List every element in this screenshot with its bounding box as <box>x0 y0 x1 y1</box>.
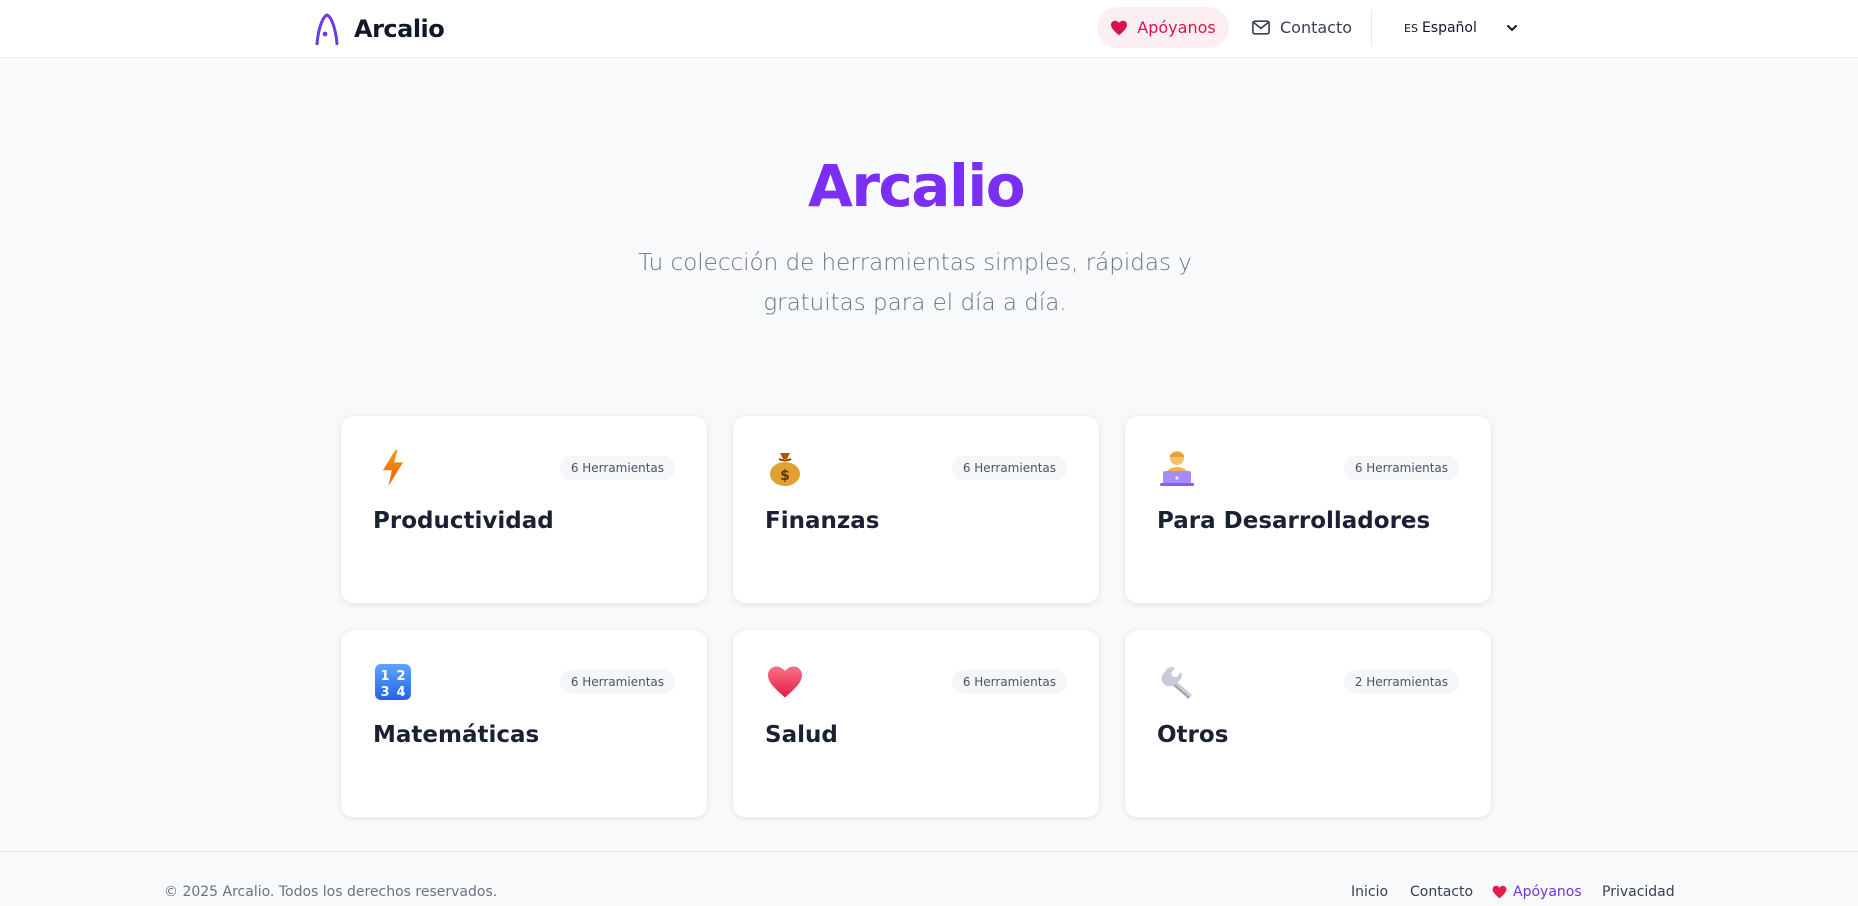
category-card-productividad[interactable]: 6 Herramientas Productividad <box>340 415 708 604</box>
svg-text:2: 2 <box>396 669 405 684</box>
chevron-down-icon <box>1507 24 1517 31</box>
svg-text:1: 1 <box>380 669 389 684</box>
brand-name: Arcalio <box>354 15 445 43</box>
footer-copyright: © 2025 Arcalio. Todos los derechos reser… <box>164 884 498 900</box>
footer-support-label: Apóyanos <box>1513 884 1582 900</box>
support-button[interactable]: Apóyanos <box>1097 7 1229 48</box>
footer-link-support[interactable]: Apóyanos <box>1492 884 1582 900</box>
heart-icon <box>1111 20 1128 35</box>
footer-link-home[interactable]: Inicio <box>1351 884 1388 900</box>
heart-icon <box>765 662 805 702</box>
wrench-icon <box>1157 662 1197 702</box>
hero-subtitle: Tu colección de herramientas simples, rá… <box>638 250 1192 316</box>
footer-divider <box>0 851 1858 852</box>
money-bag-icon: $ <box>765 448 805 488</box>
tool-count-badge: 6 Herramientas <box>951 456 1067 480</box>
category-card-para-desarrolladores[interactable]: 6 Herramientas Para Desarrolladores <box>1124 415 1492 604</box>
language-value: ES Español <box>1404 20 1477 36</box>
category-title: Productividad <box>373 508 554 534</box>
category-title: Matemáticas <box>373 722 540 748</box>
support-button-label: Apóyanos <box>1137 18 1216 37</box>
category-title: Finanzas <box>765 508 880 534</box>
category-card-finanzas[interactable]: $ 6 Herramientas Finanzas <box>732 415 1100 604</box>
top-navbar: Arcalio Apóyanos Contacto ES Español <box>0 0 1858 58</box>
numbers-icon: 1 2 3 4 <box>373 662 413 702</box>
footer-link-privacy[interactable]: Privacidad <box>1602 884 1675 900</box>
contact-button[interactable]: Contacto <box>1252 7 1352 48</box>
hero-title: Arcalio <box>807 152 1026 220</box>
tool-count-badge: 6 Herramientas <box>951 670 1067 694</box>
contact-button-label: Contacto <box>1280 18 1353 37</box>
category-title: Salud <box>765 722 838 748</box>
language-label: Español <box>1421 19 1477 36</box>
category-grid: 6 Herramientas Productividad $ 6 Herrami… <box>340 415 1492 819</box>
brand-logo-link[interactable]: Arcalio <box>314 10 445 48</box>
lightning-icon <box>373 448 413 488</box>
tool-count-badge: 6 Herramientas <box>559 456 675 480</box>
tool-count-badge: 6 Herramientas <box>1343 456 1459 480</box>
tool-count-badge: 6 Herramientas <box>559 670 675 694</box>
svg-text:3: 3 <box>380 685 389 700</box>
category-card-salud[interactable]: 6 Herramientas Salud <box>732 629 1100 818</box>
category-title: Otros <box>1157 722 1229 748</box>
svg-text:$: $ <box>780 468 790 484</box>
mail-icon <box>1252 20 1270 35</box>
category-card-matematicas[interactable]: 1 2 3 4 6 Herramientas Matemáticas <box>340 629 708 818</box>
nav-divider <box>1371 10 1372 46</box>
category-title: Para Desarrolladores <box>1157 508 1431 534</box>
tool-count-badge: 2 Herramientas <box>1343 670 1459 694</box>
language-code: ES <box>1404 21 1418 35</box>
category-card-otros[interactable]: 2 Herramientas Otros <box>1124 629 1492 818</box>
svg-text:4: 4 <box>396 685 405 700</box>
heart-icon <box>1492 885 1507 899</box>
arc-logo-icon <box>315 13 339 45</box>
footer-link-contact[interactable]: Contacto <box>1410 884 1473 900</box>
language-select[interactable]: ES Español <box>1394 7 1524 48</box>
developer-icon <box>1157 448 1197 488</box>
